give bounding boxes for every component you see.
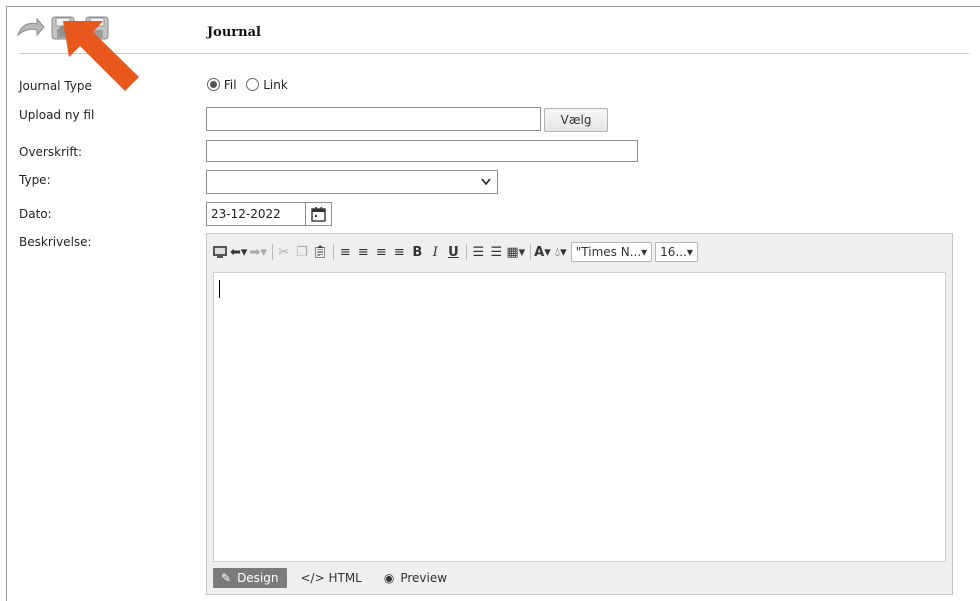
radio-link-label: Link <box>263 78 288 92</box>
pencil-icon: ✎ <box>221 571 232 585</box>
radio-fil[interactable] <box>207 78 220 91</box>
mode-html-tab[interactable]: </> HTML <box>293 568 370 588</box>
page-title: Journal <box>207 25 261 40</box>
overskrift-input[interactable] <box>206 140 638 162</box>
mode-preview-label: Preview <box>400 571 448 585</box>
mode-design-label: Design <box>237 571 279 585</box>
journal-panel: Journal Journal Type Fil Link Upload ny … <box>6 6 980 601</box>
font-name-select[interactable]: "Times N... ▾ <box>570 242 653 262</box>
editor-toolbar: ⬅▾ ➡▾ ✂ ❐ 📋︎ ≡ ≡ ≡ ≡ B I U ☰ ☰ ▦▾ A▾ 💧︎▾… <box>212 241 701 263</box>
bullet-list-icon[interactable]: ☰ <box>470 242 486 262</box>
radio-fil-label: Fil <box>223 78 237 92</box>
undo-editor-icon[interactable]: ⬅▾ <box>230 242 247 262</box>
background-color-icon[interactable]: 💧︎▾ <box>553 242 569 262</box>
numbered-list-icon[interactable]: ☰ <box>488 242 504 262</box>
font-name-value: "Times N... <box>575 245 642 259</box>
cut-icon[interactable]: ✂ <box>276 242 292 262</box>
align-center-icon[interactable]: ≡ <box>355 242 371 262</box>
separator <box>530 244 532 260</box>
dato-input[interactable]: 23-12-2022 <box>206 202 306 226</box>
table-icon[interactable]: ▦▾ <box>506 242 525 262</box>
header-divider <box>19 53 969 54</box>
upload-file-input[interactable] <box>206 107 541 131</box>
align-justify-icon[interactable]: ≡ <box>391 242 407 262</box>
copy-icon[interactable]: ❐ <box>294 242 310 262</box>
choose-file-button[interactable]: Vælg <box>544 108 608 132</box>
radio-link[interactable] <box>246 78 260 91</box>
font-size-select[interactable]: 16... ▾ <box>655 242 698 262</box>
undo-icon[interactable] <box>15 15 45 44</box>
editor-mode-bar: ✎ Design </> HTML ◉ Preview <box>213 568 461 588</box>
align-left-icon[interactable]: ≡ <box>337 242 353 262</box>
separator <box>466 244 468 260</box>
font-size-value: 16... <box>660 245 687 259</box>
beskrivelse-label: Beskrivelse: <box>19 235 92 249</box>
type-label: Type: <box>19 173 51 187</box>
paste-icon[interactable]: 📋︎ <box>312 242 329 262</box>
separator <box>333 244 335 260</box>
overskrift-label: Overskrift: <box>19 145 83 159</box>
rich-text-editor: ⬅▾ ➡▾ ✂ ❐ 📋︎ ≡ ≡ ≡ ≡ B I U ☰ ☰ ▦▾ A▾ 💧︎▾… <box>206 233 953 595</box>
calendar-icon <box>311 207 326 222</box>
text-caret <box>219 280 220 298</box>
align-right-icon[interactable]: ≡ <box>373 242 389 262</box>
italic-icon[interactable]: I <box>427 242 443 262</box>
mode-design-tab[interactable]: ✎ Design <box>213 568 287 588</box>
eye-icon: ◉ <box>383 571 395 585</box>
chevron-down-icon <box>481 178 491 186</box>
font-color-icon[interactable]: A▾ <box>534 242 551 262</box>
separator <box>271 244 273 260</box>
dato-label: Dato: <box>19 207 52 221</box>
insert-image-icon[interactable] <box>212 242 228 262</box>
editor-content-area[interactable] <box>213 272 946 562</box>
mode-html-label: </> HTML <box>300 571 362 585</box>
calendar-button[interactable] <box>306 202 332 226</box>
redo-editor-icon[interactable]: ➡▾ <box>249 242 266 262</box>
upload-label: Upload ny fil <box>19 108 95 122</box>
underline-icon[interactable]: U <box>445 242 461 262</box>
bold-icon[interactable]: B <box>409 242 425 262</box>
type-select[interactable] <box>206 170 498 194</box>
mode-preview-tab[interactable]: ◉ Preview <box>376 568 455 588</box>
journal-type-radio-group: Fil Link <box>207 78 288 92</box>
pointer-arrow-icon <box>63 21 139 91</box>
